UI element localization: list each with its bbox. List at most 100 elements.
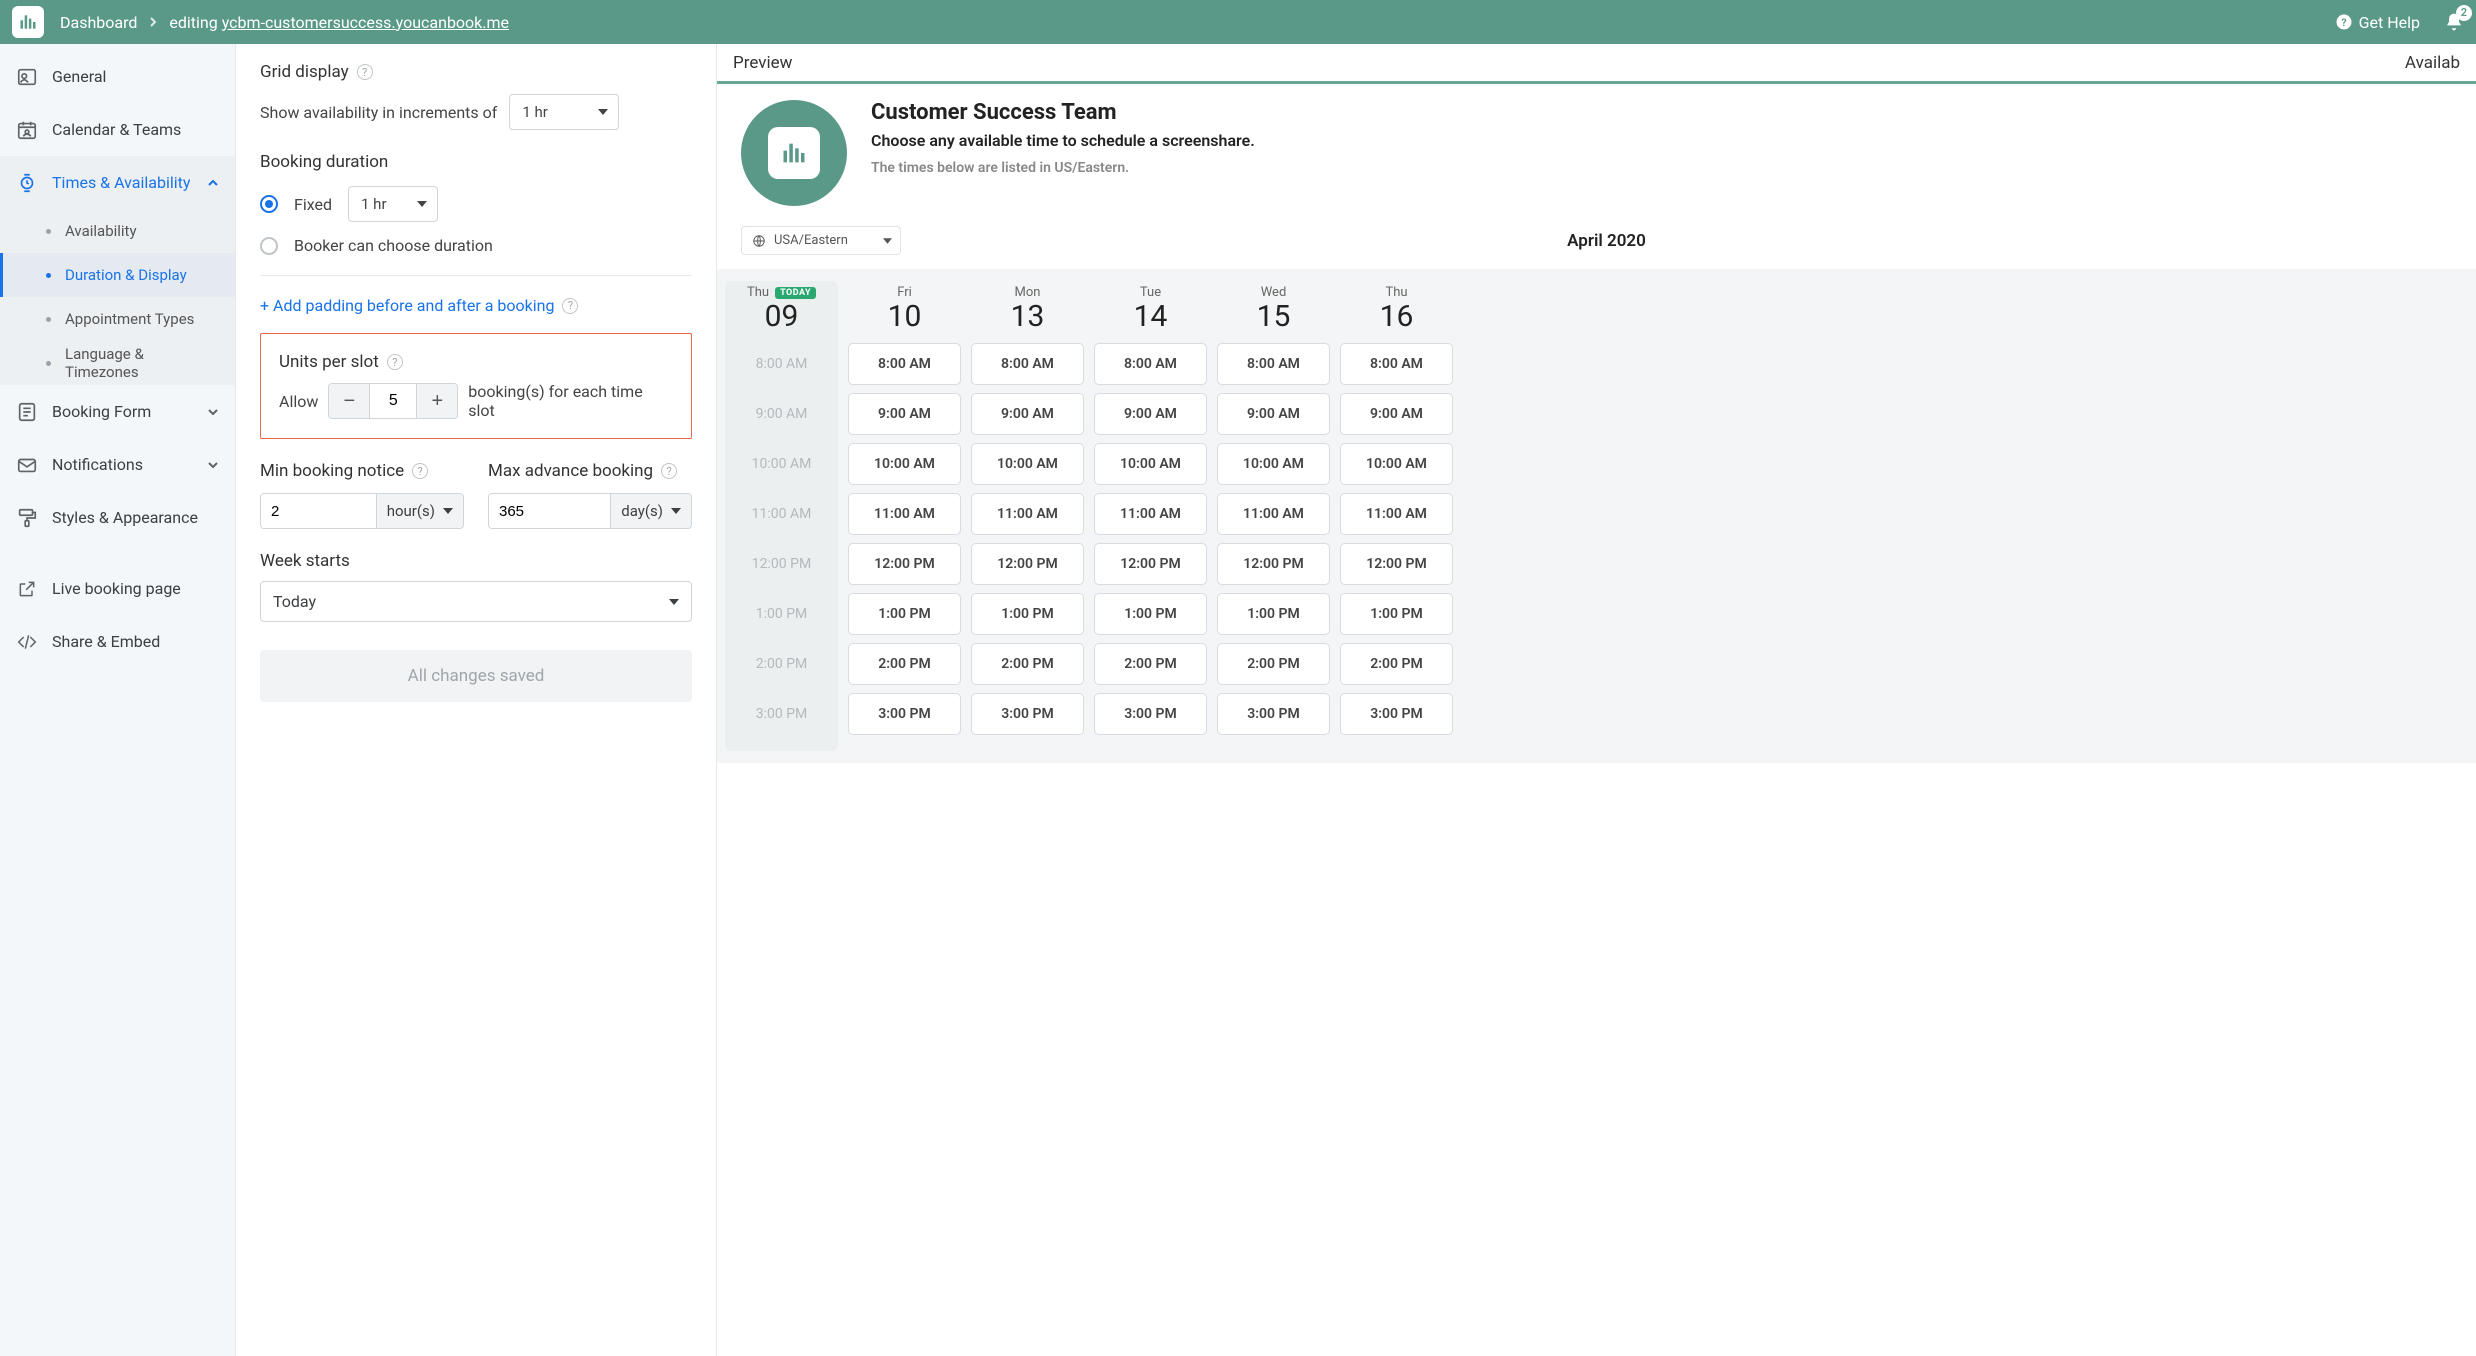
time-slot[interactable]: 3:00 PM [971, 693, 1084, 735]
time-slot[interactable]: 11:00 AM [1217, 493, 1330, 535]
time-slot: 1:00 PM [729, 593, 834, 635]
sidebar-item-appointment-types[interactable]: Appointment Types [0, 297, 235, 341]
help-circle-icon: ? [2335, 13, 2353, 31]
min-notice-unit-select[interactable]: hour(s) [376, 494, 463, 528]
notifications-button[interactable]: 2 [2444, 11, 2464, 33]
time-slot[interactable]: 12:00 PM [848, 543, 961, 585]
time-slot[interactable]: 9:00 AM [971, 393, 1084, 435]
grid-display-heading: Grid display ? [260, 62, 692, 82]
sidebar-item-availability[interactable]: Availability [0, 209, 235, 253]
time-slot[interactable]: 12:00 PM [1217, 543, 1330, 585]
app-header: Dashboard editing ycbm-customersuccess.y… [0, 0, 2476, 44]
app-logo[interactable] [12, 6, 44, 38]
time-slot[interactable]: 3:00 PM [1217, 693, 1330, 735]
help-icon[interactable]: ? [357, 64, 373, 80]
booker-choose-radio[interactable] [260, 237, 278, 255]
time-slot[interactable]: 12:00 PM [971, 543, 1084, 585]
time-slot[interactable]: 11:00 AM [1340, 493, 1453, 535]
sidebar-item-styles[interactable]: Styles & Appearance [0, 491, 235, 544]
time-slot[interactable]: 8:00 AM [1217, 343, 1330, 385]
timezone-select[interactable]: USA/Eastern [741, 226, 901, 255]
sidebar-item-duration-display[interactable]: Duration & Display [0, 253, 235, 297]
increment-button[interactable]: + [417, 384, 457, 418]
time-slot[interactable]: 2:00 PM [848, 643, 961, 685]
time-slot[interactable]: 2:00 PM [971, 643, 1084, 685]
time-slot[interactable]: 10:00 AM [1094, 443, 1207, 485]
min-notice-heading: Min booking notice ? [260, 461, 464, 481]
help-icon[interactable]: ? [661, 463, 677, 479]
time-slot[interactable]: 10:00 AM [1217, 443, 1330, 485]
time-slot[interactable]: 1:00 PM [1094, 593, 1207, 635]
sidebar-item-language-timezones[interactable]: Language & Timezones [0, 341, 235, 385]
max-advance-input[interactable] [489, 494, 610, 528]
sidebar-item-calendar-teams[interactable]: Calendar & Teams [0, 103, 235, 156]
sidebar-item-general[interactable]: General [0, 50, 235, 103]
time-slot[interactable]: 2:00 PM [1340, 643, 1453, 685]
preview-logo [741, 100, 847, 206]
time-slot[interactable]: 8:00 AM [971, 343, 1084, 385]
sidebar-item-notifications[interactable]: Notifications [0, 438, 235, 491]
time-slot[interactable]: 11:00 AM [848, 493, 961, 535]
week-starts-select[interactable]: Today [260, 581, 692, 622]
day-number: 09 [729, 300, 834, 333]
help-icon[interactable]: ? [412, 463, 428, 479]
booker-choose-label: Booker can choose duration [294, 236, 493, 255]
time-slot[interactable]: 3:00 PM [1094, 693, 1207, 735]
tab-preview[interactable]: Preview [717, 44, 1597, 81]
help-icon[interactable]: ? [387, 354, 403, 370]
fixed-duration-select[interactable]: 1 hr [348, 186, 438, 222]
day-number: 15 [1217, 300, 1330, 333]
caret-down-icon [671, 508, 681, 514]
increments-select[interactable]: 1 hr [509, 94, 619, 130]
caret-down-icon [598, 109, 608, 115]
time-slot[interactable]: 9:00 AM [1094, 393, 1207, 435]
time-slot[interactable]: 12:00 PM [1094, 543, 1207, 585]
calendar-users-icon [16, 119, 38, 141]
allow-label: Allow [279, 392, 318, 411]
sidebar-item-times-availability[interactable]: Times & Availability [0, 156, 235, 209]
sidebar-item-booking-form[interactable]: Booking Form [0, 385, 235, 438]
add-padding-link[interactable]: + Add padding before and after a booking… [260, 296, 692, 315]
get-help-button[interactable]: ? Get Help [2335, 13, 2420, 32]
decrement-button[interactable]: − [329, 384, 369, 418]
sidebar-item-live-page[interactable]: Live booking page [0, 562, 235, 615]
max-advance-unit-select[interactable]: day(s) [610, 494, 691, 528]
page-url-link[interactable]: ycbm-customersuccess.youcanbook.me [222, 13, 509, 32]
units-input[interactable] [369, 384, 417, 418]
caret-down-icon [883, 238, 892, 244]
mail-icon [16, 454, 38, 476]
time-slot[interactable]: 1:00 PM [1340, 593, 1453, 635]
time-slot[interactable]: 1:00 PM [1217, 593, 1330, 635]
dashboard-link[interactable]: Dashboard [60, 13, 137, 32]
time-slot[interactable]: 10:00 AM [848, 443, 961, 485]
time-slot[interactable]: 11:00 AM [1094, 493, 1207, 535]
tab-availability[interactable]: Availab [1597, 44, 2476, 81]
time-slot[interactable]: 10:00 AM [1340, 443, 1453, 485]
time-slot[interactable]: 1:00 PM [971, 593, 1084, 635]
time-slot[interactable]: 9:00 AM [1217, 393, 1330, 435]
time-slot: 2:00 PM [729, 643, 834, 685]
sidebar-item-share-embed[interactable]: Share & Embed [0, 615, 235, 668]
fixed-radio[interactable] [260, 195, 278, 213]
time-slot[interactable]: 3:00 PM [848, 693, 961, 735]
time-slot[interactable]: 10:00 AM [971, 443, 1084, 485]
time-slot[interactable]: 9:00 AM [848, 393, 961, 435]
time-slot[interactable]: 8:00 AM [1094, 343, 1207, 385]
time-slot[interactable]: 11:00 AM [971, 493, 1084, 535]
external-link-icon [16, 578, 38, 600]
caret-down-icon [669, 599, 679, 605]
time-slot[interactable]: 3:00 PM [1340, 693, 1453, 735]
help-icon[interactable]: ? [562, 298, 578, 314]
time-slot[interactable]: 8:00 AM [1340, 343, 1453, 385]
time-slot: 8:00 AM [729, 343, 834, 385]
time-slot[interactable]: 12:00 PM [1340, 543, 1453, 585]
time-slot[interactable]: 9:00 AM [1340, 393, 1453, 435]
time-slot[interactable]: 2:00 PM [1217, 643, 1330, 685]
day-header: ThuTODAY09 [729, 281, 834, 333]
time-slot[interactable]: 8:00 AM [848, 343, 961, 385]
time-slot[interactable]: 1:00 PM [848, 593, 961, 635]
time-slot[interactable]: 2:00 PM [1094, 643, 1207, 685]
code-icon [16, 631, 38, 653]
logo-bars-icon [780, 139, 808, 167]
min-notice-input[interactable] [261, 494, 376, 528]
